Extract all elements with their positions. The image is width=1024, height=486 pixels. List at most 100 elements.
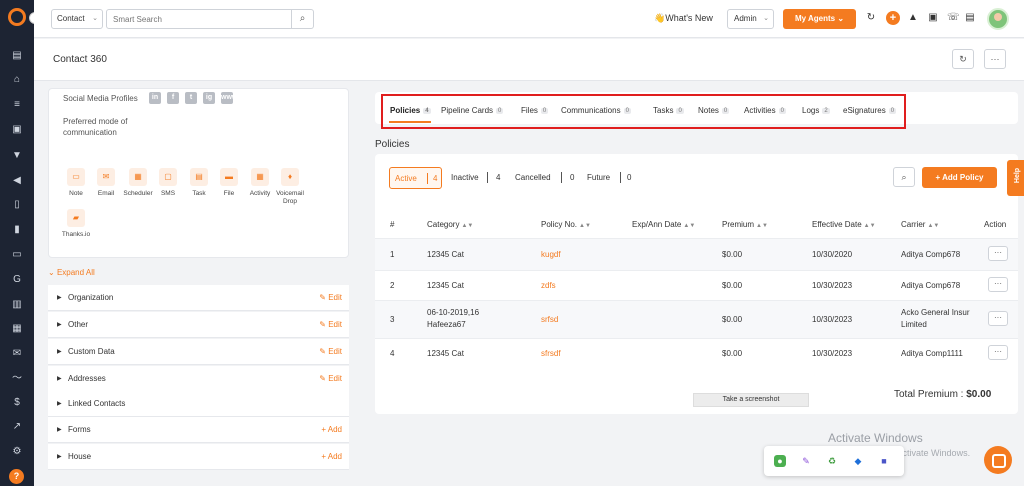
megaphone-icon[interactable]: ◀ <box>11 175 23 187</box>
column-effective-date[interactable]: Effective Date ▲▼ <box>812 220 876 229</box>
my-agents-button[interactable]: My Agents ⌄ <box>783 9 856 29</box>
settings-icon[interactable]: ⚙ <box>11 446 23 458</box>
tab-notes[interactable]: Notes 0 <box>698 106 730 115</box>
column-exp-date[interactable]: Exp/Ann Date ▲▼ <box>632 220 695 229</box>
add-link[interactable]: + Add <box>321 425 342 434</box>
clipboard-icon[interactable]: ▥ <box>11 299 23 311</box>
row-policy-link[interactable]: srfsd <box>541 315 558 324</box>
refresh-button[interactable]: ↻ <box>952 49 974 69</box>
files-icon[interactable]: ▤ <box>11 50 23 62</box>
section-forms[interactable]: ▶ Forms + Add <box>48 417 349 443</box>
tab-pipeline-cards[interactable]: Pipeline Cards 0 <box>441 106 504 115</box>
more-options-button[interactable]: ··· <box>984 49 1006 69</box>
refresh-icon[interactable]: ↻ <box>865 12 877 24</box>
security-extension-icon[interactable]: ◆ <box>852 455 864 467</box>
row-effective-date: 10/30/2023 <box>812 349 853 358</box>
action-email[interactable]: ✉ Email <box>88 168 124 198</box>
quick-add-icon[interactable]: + <box>886 11 900 25</box>
column-policy-no[interactable]: Policy No. ▲▼ <box>541 220 591 229</box>
filter-future[interactable]: Future <box>587 173 610 182</box>
note-icon: ▭ <box>67 168 85 186</box>
row-action-menu[interactable]: ··· <box>988 277 1008 292</box>
add-policy-button[interactable]: + Add Policy <box>922 167 997 188</box>
bank-icon[interactable]: ⌂ <box>11 74 23 86</box>
tab-files[interactable]: Files 0 <box>521 106 549 115</box>
linkedin-icon[interactable]: in <box>149 92 161 104</box>
search-icon[interactable]: ⌕ <box>292 9 314 29</box>
user-avatar[interactable] <box>987 8 1009 30</box>
bell-icon[interactable]: ▲ <box>907 12 919 24</box>
section-linked-contacts[interactable]: ▶ Linked Contacts <box>48 391 349 417</box>
facebook-icon[interactable]: f <box>167 92 179 104</box>
filter-cancelled[interactable]: Cancelled <box>515 173 551 182</box>
signature-icon[interactable]: 〜 <box>11 373 23 385</box>
tab-logs[interactable]: Logs 2 <box>802 106 830 115</box>
list-icon[interactable]: ≡ <box>11 99 23 111</box>
website-icon[interactable]: www <box>221 92 237 104</box>
edit-link[interactable]: ✎ Edit <box>319 320 342 329</box>
edit-link[interactable]: ✎ Edit <box>319 374 342 383</box>
notifications-icon[interactable]: ▣ <box>927 12 939 24</box>
section-addresses[interactable]: ▶ Addresses ✎ Edit <box>48 366 349 392</box>
shield-extension-icon[interactable]: ● <box>774 455 786 467</box>
admin-select[interactable]: Admin ⌄ <box>727 9 774 29</box>
reports-icon[interactable]: ▮ <box>11 224 23 236</box>
tab-communications[interactable]: Communications 0 <box>561 106 631 115</box>
mail-icon[interactable]: ✉ <box>11 348 23 360</box>
edit-link[interactable]: ✎ Edit <box>319 293 342 302</box>
filter-active[interactable]: Active 4 <box>389 167 442 189</box>
row-action-menu[interactable]: ··· <box>988 311 1008 326</box>
take-screenshot-button[interactable]: Take a screenshot <box>693 393 809 407</box>
smart-search-input[interactable] <box>106 9 292 29</box>
tab-tasks[interactable]: Tasks 0 <box>653 106 684 115</box>
chevron-down-icon: ⌄ <box>763 15 769 22</box>
contact-card-icon[interactable]: ▣ <box>11 124 23 136</box>
dollar-icon[interactable]: $ <box>11 397 23 409</box>
tab-activities[interactable]: Activities 0 <box>744 106 786 115</box>
edit-link[interactable]: ✎ Edit <box>319 347 342 356</box>
whats-new-link[interactable]: 👋What's New <box>654 13 713 24</box>
column-premium[interactable]: Premium ▲▼ <box>722 220 768 229</box>
google-icon[interactable]: G <box>11 274 23 286</box>
analytics-icon[interactable]: ↗ <box>11 421 23 433</box>
folder-icon[interactable]: ▭ <box>11 249 23 261</box>
section-house[interactable]: ▶ House + Add <box>48 444 349 470</box>
policy-search-icon[interactable]: ⌕ <box>893 167 915 187</box>
calculator-icon[interactable]: ▤ <box>964 12 976 24</box>
pen-extension-icon[interactable]: ✎ <box>800 455 812 467</box>
section-other[interactable]: ▶ Other ✎ Edit <box>48 312 349 338</box>
app-logo[interactable] <box>8 8 26 26</box>
tab-label: Activities <box>744 106 776 115</box>
search-type-select[interactable]: Contact ⌄ <box>51 9 103 29</box>
file-icon: ▬ <box>220 168 238 186</box>
tab-esignatures[interactable]: eSignatures 0 <box>843 106 897 115</box>
row-number: 3 <box>390 315 395 324</box>
tab-policies[interactable]: Policies 4 <box>390 106 431 115</box>
section-custom-data[interactable]: ▶ Custom Data ✎ Edit <box>48 339 349 365</box>
funnel-icon[interactable]: ▼ <box>11 150 23 162</box>
column-carrier[interactable]: Carrier ▲▼ <box>901 220 939 229</box>
row-policy-link[interactable]: zdfs <box>541 281 556 290</box>
row-policy-link[interactable]: kugdf <box>541 250 561 259</box>
chat-button[interactable] <box>984 446 1012 474</box>
instagram-icon[interactable]: ig <box>203 92 215 104</box>
column-category[interactable]: Category ▲▼ <box>427 220 473 229</box>
twitter-icon[interactable]: t <box>185 92 197 104</box>
add-label: Add <box>327 452 342 461</box>
help-circle-icon[interactable]: ? <box>9 469 24 484</box>
expand-all-link[interactable]: ⌄ Expand All <box>48 268 95 277</box>
action-thanks-io[interactable]: ▰ Thanks.io <box>58 209 94 239</box>
calendar-icon[interactable]: ▦ <box>11 323 23 335</box>
row-action-menu[interactable]: ··· <box>988 345 1008 360</box>
document-icon[interactable]: ▯ <box>11 199 23 211</box>
row-policy-link[interactable]: sfrsdf <box>541 349 561 358</box>
help-tab[interactable]: Help <box>1007 160 1024 196</box>
section-organization[interactable]: ▶ Organization ✎ Edit <box>48 285 349 311</box>
recycle-extension-icon[interactable]: ♻ <box>826 455 838 467</box>
action-voicemail-drop[interactable]: ♦ Voicemail Drop <box>272 168 308 206</box>
filter-inactive[interactable]: Inactive <box>451 173 479 182</box>
row-action-menu[interactable]: ··· <box>988 246 1008 261</box>
teams-extension-icon[interactable]: ■ <box>878 455 890 467</box>
phone-icon[interactable]: ☏ <box>947 12 960 24</box>
add-link[interactable]: + Add <box>321 452 342 461</box>
